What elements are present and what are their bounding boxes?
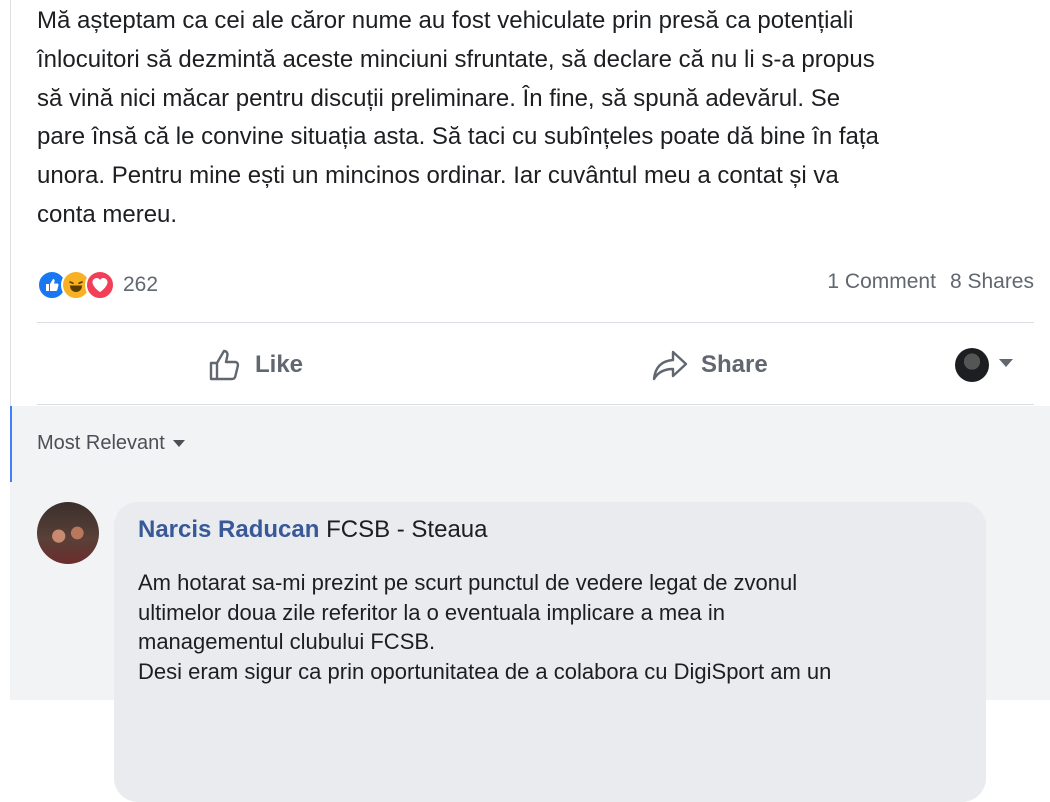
reaction-count: 262 [123,273,159,296]
share-button-label: Share [701,351,768,378]
comment-sort-label: Most Relevant [37,432,165,454]
comment-text-line: ultimelor doua zile referitor la o event… [138,599,725,625]
comment-author-name[interactable]: Narcis Raducan [138,516,319,543]
chevron-down-icon[interactable] [999,359,1013,367]
post-text-line: înlocuitori să dezmintă aceste minciuni … [37,45,875,73]
comments-count-link[interactable]: 1 Comment [827,270,936,294]
love-reaction-icon [85,270,115,300]
comment-text-line: managementul clubului FCSB. [138,629,436,654]
chevron-down-icon [172,440,185,447]
like-button[interactable]: Like [207,340,303,390]
post-action-bar: Like Share [37,340,1034,390]
comment-text-line: Desi eram sigur ca prin oportunitatea de… [138,658,832,684]
comments-divider [37,404,1034,405]
comment-author-line: Narcis Raducan FCSB - Steaua [138,516,487,544]
post-text-line: conta mereu. [37,200,178,228]
post-text-line: să vină nici măcar pentru discuții preli… [37,84,841,112]
comment-bubble: Narcis Raducan FCSB - Steaua Am hotarat … [114,502,986,802]
comment-sort-dropdown[interactable]: Most Relevant [37,432,185,455]
share-button[interactable]: Share [651,340,768,390]
comment-author-group: FCSB - Steaua [326,516,488,543]
reactions-summary[interactable]: 262 [37,267,158,303]
share-arrow-icon [652,350,688,381]
post-text-line: Mă așteptam ca cei ale căror nume au fos… [37,7,854,34]
engagement-counts: 1 Comment 8 Shares [827,270,1034,294]
post-text-line: unora. Pentru mine ești un mincinos ordi… [37,162,839,190]
shares-count-link[interactable]: 8 Shares [950,270,1034,294]
post-text-line: pare însă că le convine situația asta. S… [37,123,879,151]
comments-accent-bar [10,406,12,482]
actions-divider [37,322,1034,323]
comment-text: Am hotarat sa-mi prezint pe scurt punctu… [138,568,968,686]
post-as-avatar[interactable] [955,348,989,382]
avatar[interactable] [37,502,99,564]
like-button-label: Like [255,351,304,378]
comment-text-line: Am hotarat sa-mi prezint pe scurt punctu… [138,570,798,595]
comments-section: Most Relevant Narcis Raducan FCSB - Stea… [10,406,1050,802]
thumbs-up-icon [209,349,240,381]
post-text: Mă așteptam ca cei ale căror nume au fos… [37,2,1037,235]
